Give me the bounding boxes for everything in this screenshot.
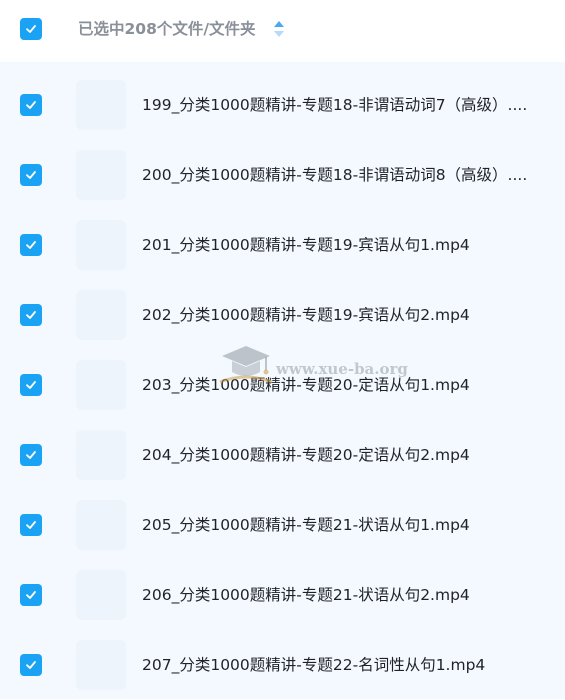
checkmark-icon [26, 101, 36, 109]
file-thumbnail [76, 80, 126, 130]
checkmark-icon [26, 661, 36, 669]
file-name[interactable]: 203_分类1000题精讲-专题20-定语从句1.mp4 [142, 374, 547, 396]
file-list: 199_分类1000题精讲-专题18-非谓语动词7（高级）.... 200_分类… [0, 62, 565, 699]
file-checkbox[interactable] [20, 234, 42, 256]
file-name[interactable]: 200_分类1000题精讲-专题18-非谓语动词8（高级）.... [142, 164, 547, 186]
file-row[interactable]: 205_分类1000题精讲-专题21-状语从句1.mp4 [0, 490, 565, 560]
file-checkbox[interactable] [20, 94, 42, 116]
file-checkbox[interactable] [20, 164, 42, 186]
file-checkbox[interactable] [20, 514, 42, 536]
file-name[interactable]: 205_分类1000题精讲-专题21-状语从句1.mp4 [142, 514, 547, 536]
file-name[interactable]: 199_分类1000题精讲-专题18-非谓语动词7（高级）.... [142, 94, 547, 116]
file-checkbox[interactable] [20, 654, 42, 676]
file-row[interactable]: 207_分类1000题精讲-专题22-名词性从句1.mp4 [0, 630, 565, 700]
file-row[interactable]: 200_分类1000题精讲-专题18-非谓语动词8（高级）.... [0, 140, 565, 210]
file-row[interactable]: 199_分类1000题精讲-专题18-非谓语动词7（高级）.... [0, 70, 565, 140]
file-row[interactable]: 203_分类1000题精讲-专题20-定语从句1.mp4 [0, 350, 565, 420]
checkmark-icon [26, 381, 36, 389]
file-name[interactable]: 206_分类1000题精讲-专题21-状语从句2.mp4 [142, 584, 547, 606]
file-checkbox[interactable] [20, 444, 42, 466]
selection-count-title: 已选中208个文件/文件夹 [78, 20, 256, 38]
select-all-checkbox[interactable] [20, 18, 42, 40]
checkmark-icon [26, 241, 36, 249]
sort-icon[interactable] [272, 20, 286, 38]
file-thumbnail [76, 290, 126, 340]
checkmark-icon [26, 521, 36, 529]
file-thumbnail [76, 500, 126, 550]
checkmark-icon [26, 311, 36, 319]
file-thumbnail [76, 360, 126, 410]
selection-header: 已选中208个文件/文件夹 [0, 0, 565, 62]
file-thumbnail [76, 220, 126, 270]
file-row[interactable]: 206_分类1000题精讲-专题21-状语从句2.mp4 [0, 560, 565, 630]
checkmark-icon [26, 171, 36, 179]
checkmark-icon [26, 25, 36, 33]
file-thumbnail [76, 640, 126, 690]
file-thumbnail [76, 150, 126, 200]
file-checkbox[interactable] [20, 584, 42, 606]
file-row[interactable]: 202_分类1000题精讲-专题19-宾语从句2.mp4 [0, 280, 565, 350]
file-checkbox[interactable] [20, 304, 42, 326]
file-name[interactable]: 202_分类1000题精讲-专题19-宾语从句2.mp4 [142, 304, 547, 326]
file-name[interactable]: 204_分类1000题精讲-专题20-定语从句2.mp4 [142, 444, 547, 466]
file-name[interactable]: 207_分类1000题精讲-专题22-名词性从句1.mp4 [142, 654, 547, 676]
file-row[interactable]: 201_分类1000题精讲-专题19-宾语从句1.mp4 [0, 210, 565, 280]
file-name[interactable]: 201_分类1000题精讲-专题19-宾语从句1.mp4 [142, 234, 547, 256]
checkmark-icon [26, 451, 36, 459]
file-row[interactable]: 204_分类1000题精讲-专题20-定语从句2.mp4 [0, 420, 565, 490]
checkmark-icon [26, 591, 36, 599]
file-thumbnail [76, 430, 126, 480]
file-thumbnail [76, 570, 126, 620]
file-checkbox[interactable] [20, 374, 42, 396]
